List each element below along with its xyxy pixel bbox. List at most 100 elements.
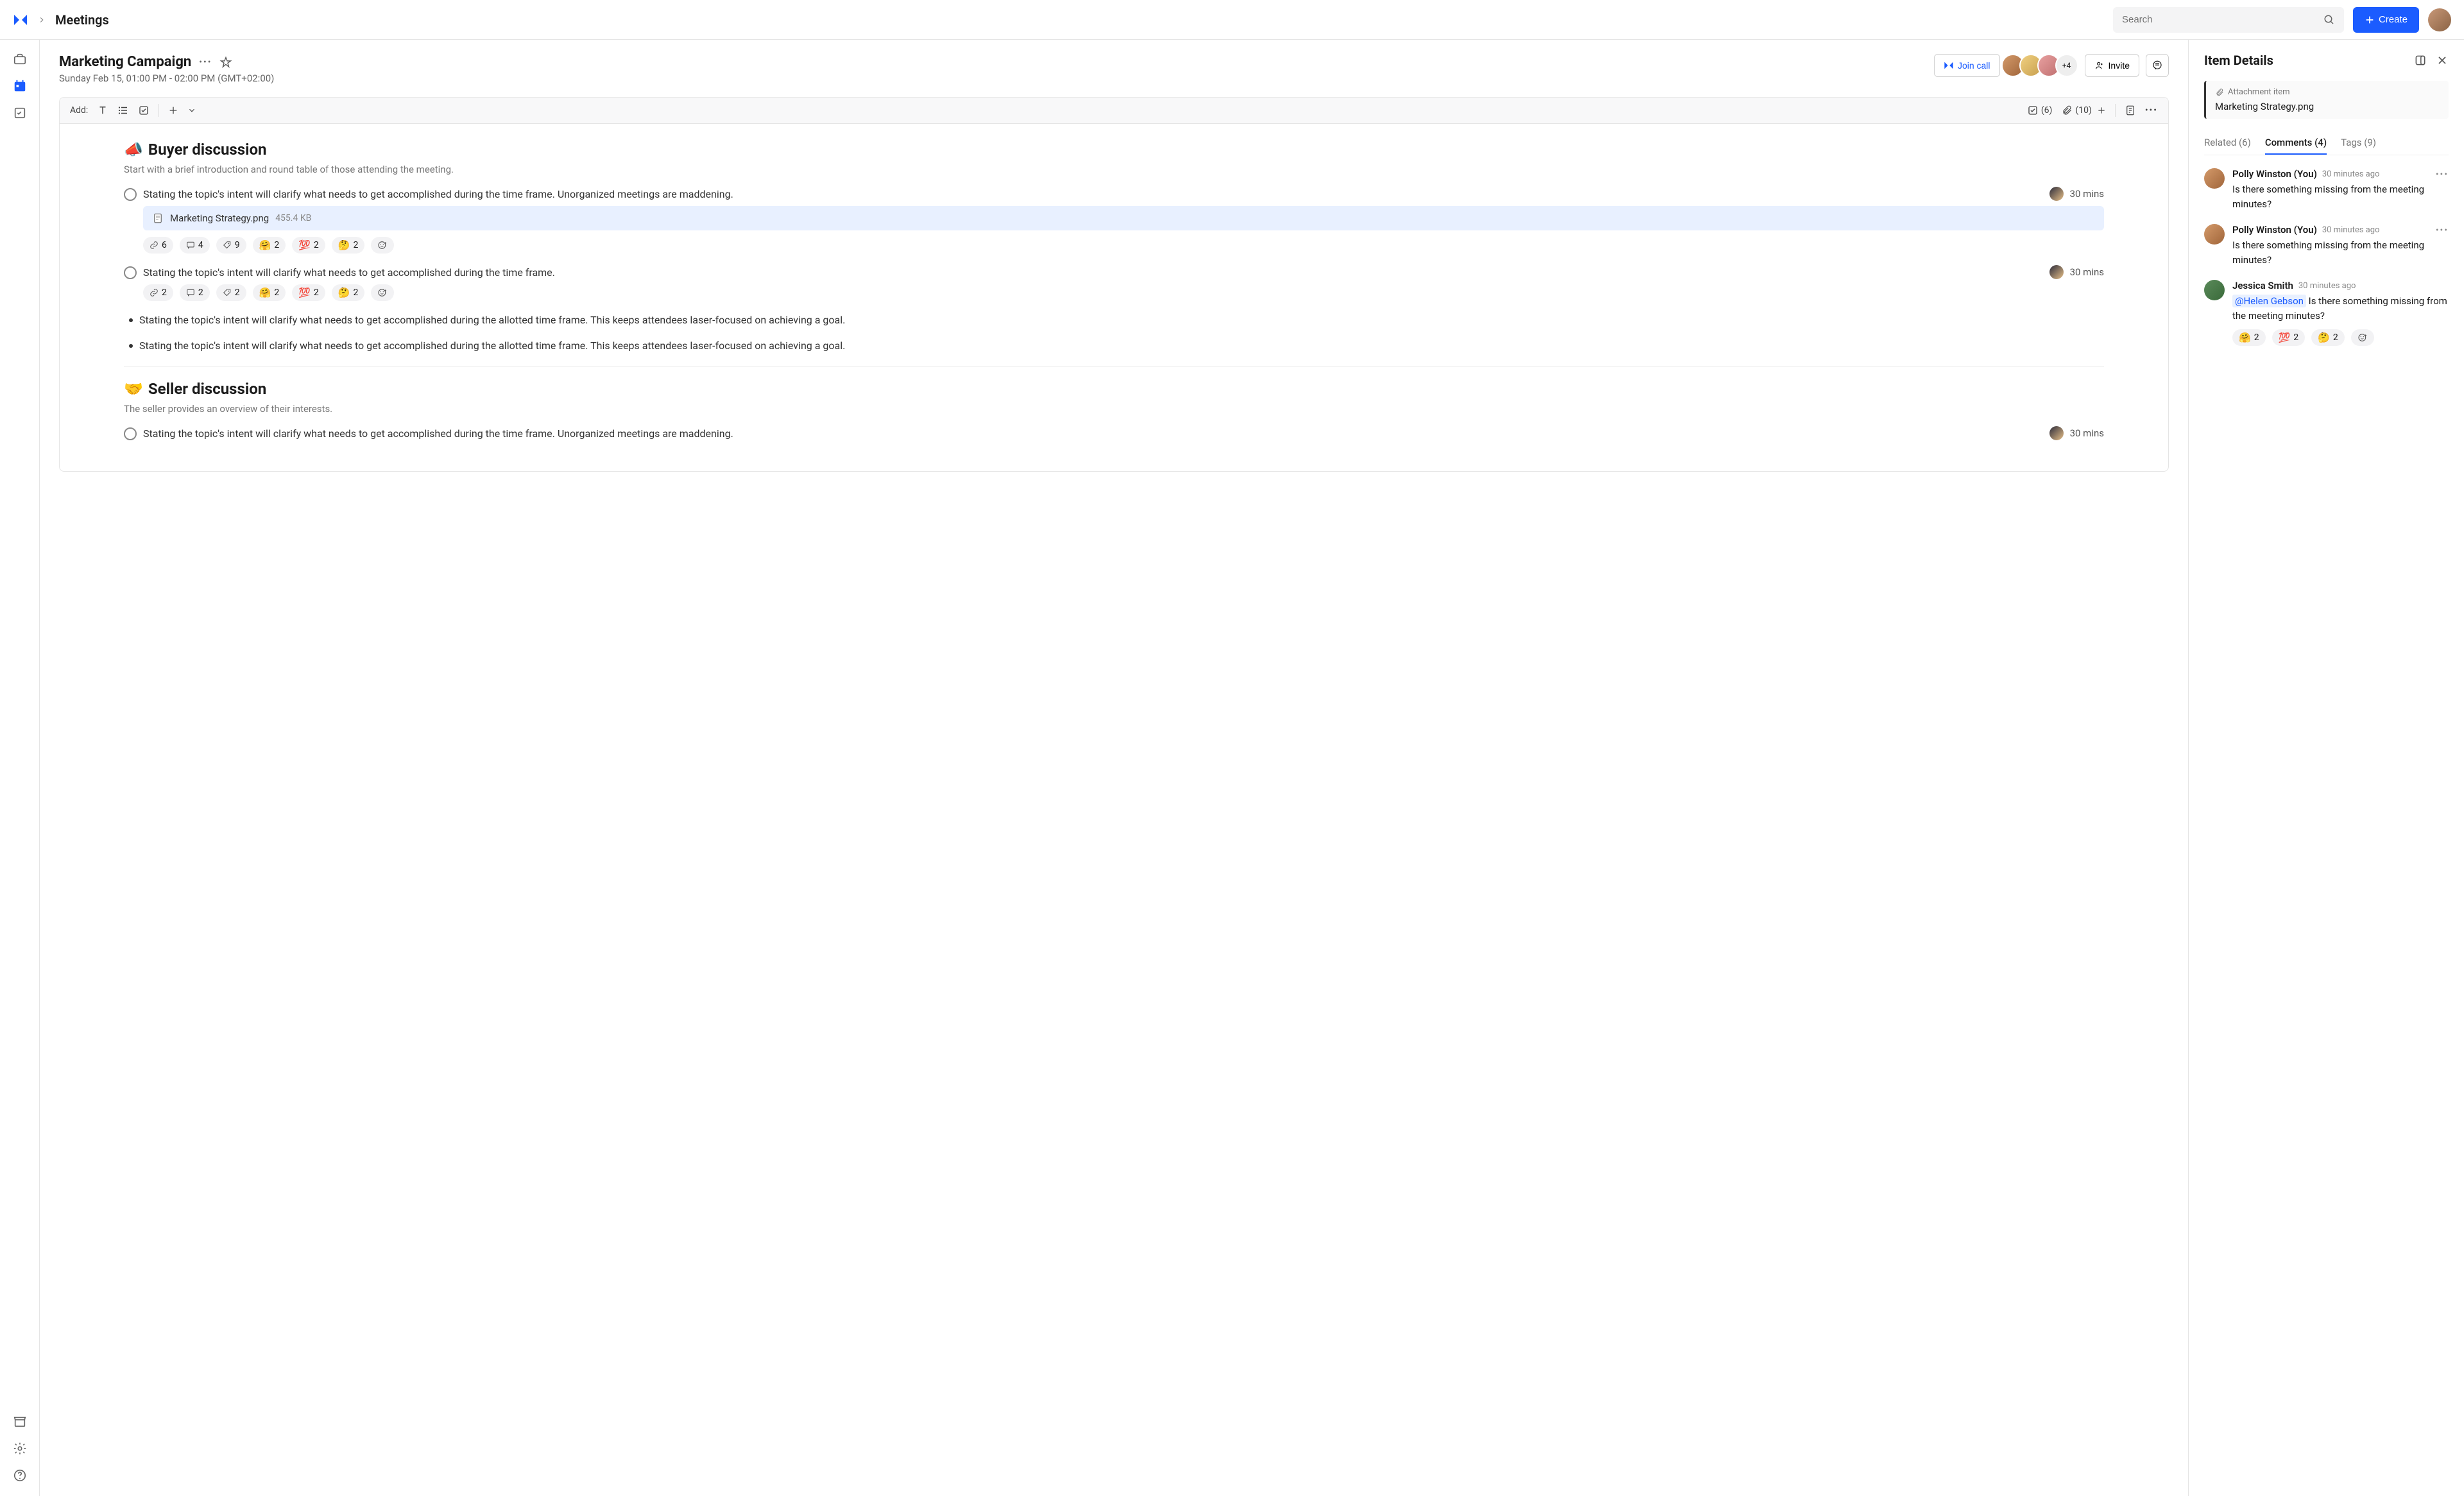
comment: Jessica Smith 30 minutes ago @Helen Gebson… — [2204, 280, 2449, 346]
attachments-count[interactable]: (10) — [2061, 105, 2105, 116]
create-button[interactable]: Create — [2353, 7, 2419, 33]
reaction-chip[interactable]: 💯2 — [292, 237, 325, 254]
close-icon[interactable] — [2436, 54, 2449, 67]
comment: Polly Winston (You) 30 minutes ago Is ther… — [2204, 224, 2449, 267]
reaction-chip[interactable]: 🤗2 — [2232, 329, 2266, 346]
reaction-chip[interactable]: 💯2 — [292, 284, 325, 301]
bullet-item: Stating the topic's intent will clarify … — [124, 338, 2104, 354]
task-duration: 30 mins — [2070, 266, 2104, 278]
expand-icon[interactable] — [2414, 54, 2427, 67]
checklist-icon[interactable] — [12, 105, 28, 121]
comment-text: @Helen Gebson Is there something missing… — [2232, 294, 2449, 323]
join-call-button[interactable]: Join call — [1934, 54, 2000, 77]
app-logo[interactable] — [13, 12, 28, 28]
tasks-count[interactable]: (6) — [2027, 105, 2053, 116]
task-checkbox[interactable] — [124, 427, 137, 440]
reaction-chip[interactable] — [2351, 329, 2374, 346]
more-tool-icon[interactable]: ••• — [2145, 105, 2158, 116]
page-subtitle: Sunday Feb 15, 01:00 PM - 02:00 PM (GMT+… — [59, 73, 274, 84]
task-row: Stating the topic's intent will clarify … — [124, 265, 2104, 280]
comment-more-icon[interactable]: ••• — [2436, 225, 2449, 267]
chevron-down-icon[interactable] — [187, 106, 196, 115]
section-subtitle: The seller provides an overview of their… — [124, 403, 2104, 415]
breadcrumb[interactable]: Meetings — [55, 12, 109, 28]
comment-author: Polly Winston (You) — [2232, 224, 2317, 236]
comment-avatar[interactable] — [2204, 224, 2225, 245]
comment-avatar[interactable] — [2204, 280, 2225, 300]
reaction-chip[interactable]: 🤔2 — [2311, 329, 2345, 346]
reaction-chip[interactable]: 4 — [180, 237, 210, 254]
star-icon[interactable] — [219, 56, 232, 69]
left-sidebar — [0, 0, 40, 1496]
comment-author: Jessica Smith — [2232, 280, 2293, 291]
section-emoji: 🤝 — [124, 380, 143, 398]
details-tabs: Related (6) Comments (4) Tags (9) — [2204, 132, 2449, 155]
details-tab[interactable]: Tags (9) — [2341, 132, 2376, 155]
reaction-chip[interactable]: 🤗2 — [253, 237, 286, 254]
store-icon[interactable] — [12, 1414, 28, 1429]
assignee-avatar[interactable] — [2049, 187, 2064, 201]
task-row: Stating the topic's intent will clarify … — [124, 187, 2104, 202]
search-box[interactable] — [2113, 7, 2344, 33]
comment-time: 30 minutes ago — [2322, 225, 2380, 235]
task-text[interactable]: Stating the topic's intent will clarify … — [143, 265, 2043, 280]
search-input[interactable] — [2122, 14, 2323, 25]
bullet-dot-icon — [129, 318, 133, 322]
reaction-chip[interactable]: 9 — [216, 237, 246, 254]
task-checkbox[interactable] — [124, 188, 137, 201]
section-title: Seller discussion — [148, 380, 266, 398]
attachment-card[interactable]: Attachment item Marketing Strategy.png — [2204, 81, 2449, 119]
reaction-chip[interactable]: 2 — [180, 284, 210, 301]
text-tool-icon[interactable] — [97, 105, 108, 116]
checkbox-tool-icon[interactable] — [138, 105, 150, 116]
attachment-row[interactable]: Marketing Strategy.png455.4 KB — [143, 206, 2104, 230]
calendar-icon[interactable] — [12, 78, 28, 94]
list-tool-icon[interactable] — [117, 105, 129, 116]
reaction-chip[interactable]: 6 — [143, 237, 173, 254]
reaction-chip[interactable]: 🤔2 — [332, 237, 365, 254]
reaction-chip[interactable] — [371, 284, 394, 301]
invite-button[interactable]: Invite — [2085, 54, 2139, 77]
help-icon[interactable] — [12, 1468, 28, 1483]
topbar: Meetings Create — [0, 0, 2464, 40]
attendees-avatars[interactable]: +4 — [2006, 54, 2078, 77]
notes-icon[interactable] — [2125, 105, 2136, 116]
reaction-chip[interactable]: 2 — [216, 284, 246, 301]
comment-time: 30 minutes ago — [2322, 169, 2380, 179]
section-subtitle: Start with a brief introduction and roun… — [124, 164, 2104, 175]
comment-text: Is there something missing from the meet… — [2232, 182, 2428, 211]
plus-tool-icon[interactable] — [168, 105, 178, 116]
assignee-avatar[interactable] — [2049, 426, 2064, 440]
comment: Polly Winston (You) 30 minutes ago Is ther… — [2204, 168, 2449, 211]
chat-icon[interactable] — [2146, 54, 2169, 77]
details-tab[interactable]: Related (6) — [2204, 132, 2251, 155]
avatars-more[interactable]: +4 — [2055, 54, 2078, 77]
task-text[interactable]: Stating the topic's intent will clarify … — [143, 187, 2043, 202]
more-icon[interactable]: ••• — [199, 57, 212, 67]
comment-time: 30 minutes ago — [2298, 281, 2356, 291]
details-panel: Item Details Attachment item Marketing S… — [2188, 40, 2464, 1496]
reaction-chip[interactable]: 🤗2 — [253, 284, 286, 301]
comment-avatar[interactable] — [2204, 168, 2225, 189]
briefcase-icon[interactable] — [12, 51, 28, 67]
task-text[interactable]: Stating the topic's intent will clarify … — [143, 426, 2043, 442]
gear-icon[interactable] — [12, 1441, 28, 1456]
reaction-chip[interactable]: 🤔2 — [332, 284, 365, 301]
comment-text: Is there something missing from the meet… — [2232, 238, 2428, 267]
assignee-avatar[interactable] — [2049, 265, 2064, 279]
reaction-chip[interactable]: 2 — [143, 284, 173, 301]
section-emoji: 📣 — [124, 141, 143, 159]
attachment-name: Marketing Strategy.png — [170, 212, 269, 224]
details-tab[interactable]: Comments (4) — [2265, 132, 2327, 155]
mention[interactable]: @Helen Gebson — [2232, 295, 2306, 307]
search-icon[interactable] — [2323, 14, 2335, 26]
comment-author: Polly Winston (You) — [2232, 168, 2317, 180]
reaction-chip[interactable] — [371, 237, 394, 254]
toolbar-add-label: Add: — [70, 105, 88, 116]
task-duration: 30 mins — [2070, 188, 2104, 200]
task-checkbox[interactable] — [124, 266, 137, 279]
profile-avatar[interactable] — [2428, 8, 2451, 31]
comment-more-icon[interactable]: ••• — [2436, 169, 2449, 211]
reaction-chip[interactable]: 💯2 — [2272, 329, 2306, 346]
page-title: Marketing Campaign — [59, 54, 191, 70]
